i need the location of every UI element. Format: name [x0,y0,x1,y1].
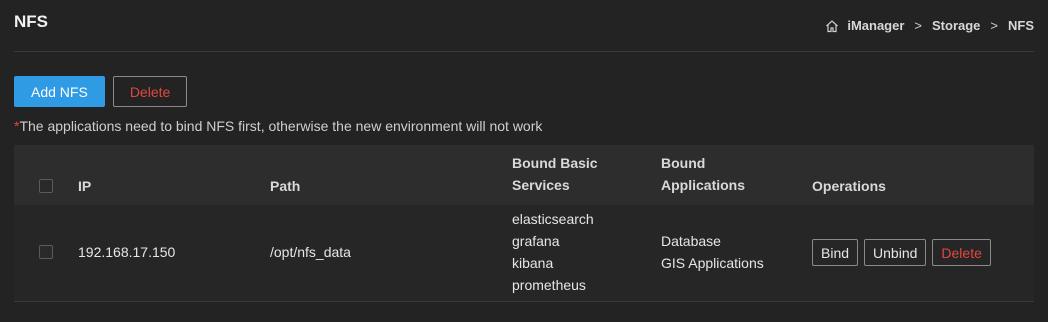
column-header-bound-applications-line1: Bound [661,155,706,171]
row-bound-applications: Database GIS Applications [661,230,764,274]
page-header: NFS iManager > Storage > NFS [0,0,1048,52]
add-nfs-button[interactable]: Add NFS [14,76,105,107]
column-header-bound-applications-line2: Applications [661,177,746,193]
bound-service-item: elasticsearch [512,211,594,227]
column-header-ip: IP [78,178,92,194]
column-header-bound-applications: Bound Applications [661,152,745,196]
column-header-path: Path [270,178,301,194]
column-header-bound-services-line1: Bound Basic [512,155,598,171]
page-title: NFS [14,12,48,31]
table-row: 192.168.17.150 /opt/nfs_data elasticsear… [14,205,1034,302]
row-delete-button[interactable]: Delete [932,239,991,266]
breadcrumb-separator: > [914,18,922,33]
bound-service-item: prometheus [512,277,586,293]
row-path: /opt/nfs_data [270,244,351,260]
toolbar: Add NFS Delete [14,76,188,107]
nfs-table: IP Path Bound Basic Services Bound Appli… [14,145,1034,302]
row-operations: Bind Unbind Delete [812,239,991,266]
unbind-button[interactable]: Unbind [864,239,927,266]
breadcrumb-item-nfs: NFS [1008,18,1034,33]
row-checkbox[interactable] [39,245,53,259]
home-icon[interactable] [825,19,839,33]
breadcrumb-separator: > [990,18,998,33]
delete-button[interactable]: Delete [112,76,188,107]
notice-message: The applications need to bind NFS first,… [19,118,543,134]
bound-application-item: Database [661,233,721,249]
breadcrumb: iManager > Storage > NFS [825,18,1034,33]
breadcrumb-item-storage[interactable]: Storage [932,18,980,33]
breadcrumb-item-imanager[interactable]: iManager [847,18,904,33]
bound-service-item: kibana [512,255,554,271]
bound-service-item: grafana [512,233,560,249]
row-ip: 192.168.17.150 [78,244,176,260]
select-all-checkbox[interactable] [39,179,53,193]
bound-application-item: GIS Applications [661,255,764,271]
column-header-bound-services: Bound Basic Services [512,152,598,196]
bind-button[interactable]: Bind [812,239,859,266]
notice-text: *The applications need to bind NFS first… [14,118,542,134]
column-header-bound-services-line2: Services [512,177,570,193]
table-header: IP Path Bound Basic Services Bound Appli… [14,145,1034,205]
column-header-operations: Operations [812,178,886,194]
header-divider [14,51,1034,52]
row-bound-services: elasticsearch grafana kibana prometheus [512,208,594,296]
